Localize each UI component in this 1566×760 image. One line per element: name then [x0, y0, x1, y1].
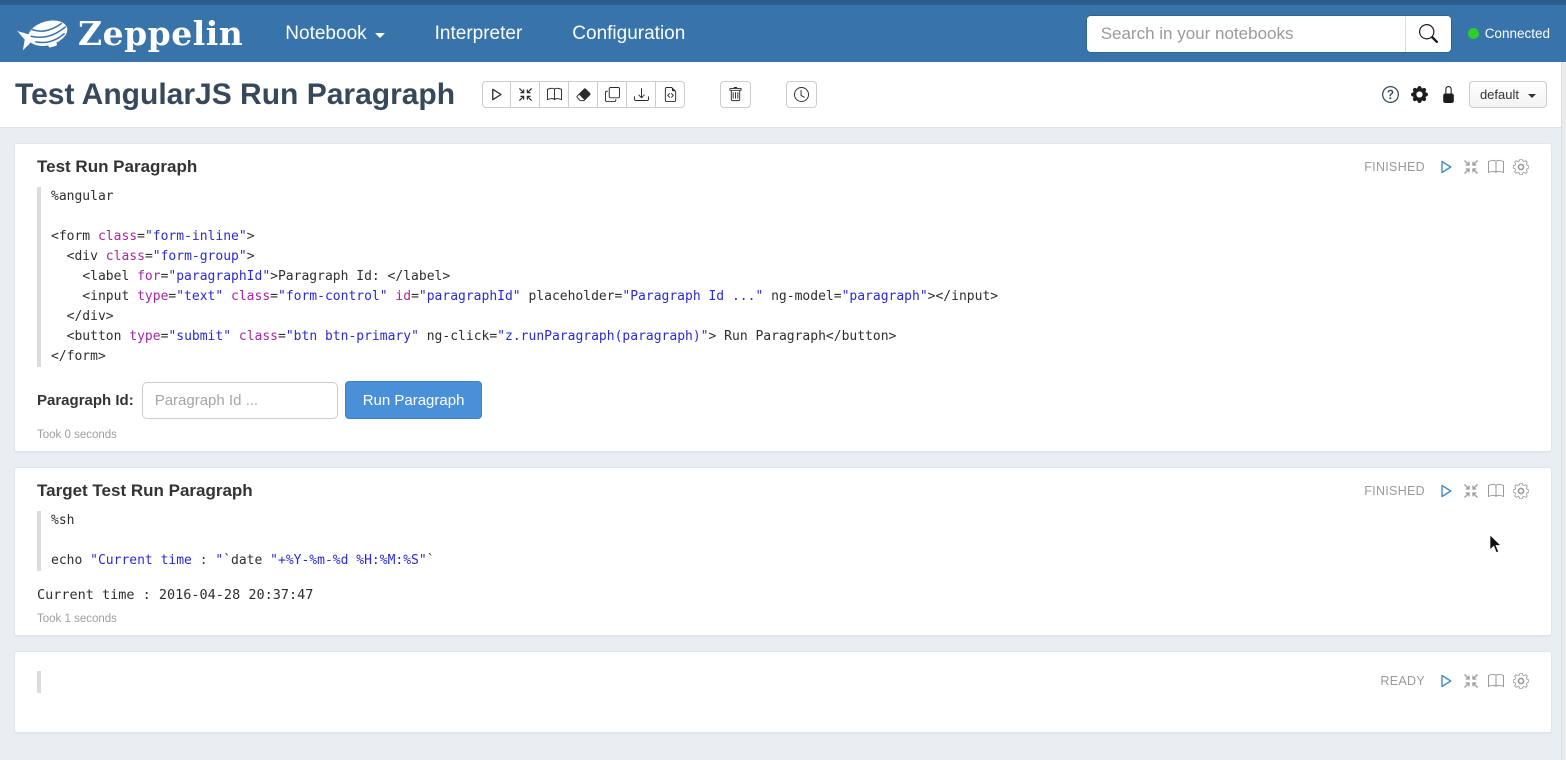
- clock-icon: [794, 87, 809, 102]
- paragraph-output: Current time : 2016-04-28 20:37:47: [37, 587, 1529, 603]
- paragraph-card-2: Target Test Run Paragraph FINISHED %sh e…: [14, 467, 1552, 636]
- clear-output-button[interactable]: [569, 81, 598, 108]
- run-paragraph-icon[interactable]: [1438, 483, 1454, 499]
- paragraph-title: Test Run Paragraph: [37, 157, 197, 177]
- connected-dot-icon: [1468, 28, 1479, 39]
- code-editor[interactable]: %sh echo "Current time : "`date "+%Y-%m-…: [37, 511, 1529, 571]
- execution-time: Took 0 seconds: [37, 429, 1529, 441]
- menu-interpreter-label: Interpreter: [435, 23, 523, 45]
- execution-time: Took 1 seconds: [37, 613, 1529, 625]
- mouse-cursor: [1487, 533, 1504, 555]
- export-note-button[interactable]: [627, 81, 656, 108]
- menu-interpreter[interactable]: Interpreter: [435, 23, 523, 45]
- play-icon: [489, 87, 504, 102]
- paragraph-id-label: Paragraph Id:: [37, 392, 134, 409]
- book-icon: [547, 87, 562, 102]
- zeppelin-logo[interactable]: Zeppelin: [16, 12, 243, 56]
- run-all-paragraphs-button[interactable]: [482, 81, 511, 108]
- paragraph-settings-gear-icon[interactable]: [1513, 483, 1529, 499]
- compress-icon: [518, 87, 533, 102]
- hide-editor-icon[interactable]: [1463, 483, 1479, 499]
- caret-down-icon: [1528, 94, 1536, 98]
- paragraph-controls: FINISHED: [1364, 159, 1529, 175]
- paragraph-settings-gear-icon[interactable]: [1513, 159, 1529, 175]
- clone-icon: [605, 87, 620, 102]
- hide-editor-icon[interactable]: [1463, 673, 1479, 689]
- note-content: Test Run Paragraph FINISHED %angular <fo…: [0, 128, 1566, 748]
- menu-notebook-label: Notebook: [285, 23, 366, 45]
- hide-output-icon[interactable]: [1488, 159, 1504, 175]
- code-editor[interactable]: %angular <form class="form-inline"> <div…: [37, 187, 1529, 367]
- paragraph-controls: FINISHED: [1364, 483, 1529, 499]
- note-action-group: [482, 81, 685, 108]
- search-input[interactable]: [1087, 16, 1405, 52]
- brand-name: Zeppelin: [78, 14, 243, 53]
- interpreter-binding-label: default: [1480, 87, 1519, 102]
- paragraph-card-1: Test Run Paragraph FINISHED %angular <fo…: [14, 143, 1552, 452]
- paragraph-title: Target Test Run Paragraph: [37, 481, 253, 501]
- angular-result-form: Paragraph Id: Run Paragraph: [37, 381, 1529, 419]
- version-control-button[interactable]: [656, 81, 685, 108]
- scrollbar-gutter[interactable]: [1561, 62, 1566, 760]
- status-badge: FINISHED: [1364, 160, 1425, 174]
- paragraph-controls: READY: [1380, 673, 1529, 689]
- status-badge: READY: [1380, 674, 1425, 688]
- note-permissions-lock-icon[interactable]: [1440, 86, 1457, 103]
- help-icon[interactable]: [1382, 86, 1399, 103]
- connected-label: Connected: [1485, 26, 1550, 41]
- paragraph-id-input[interactable]: [142, 382, 338, 419]
- status-badge: FINISHED: [1364, 484, 1425, 498]
- main-menu: Notebook Interpreter Configuration: [285, 23, 685, 45]
- run-paragraph-icon[interactable]: [1438, 159, 1454, 175]
- menu-notebook[interactable]: Notebook: [285, 23, 384, 45]
- note-settings-gear-icon[interactable]: [1411, 86, 1428, 103]
- note-title[interactable]: Test AngularJS Run Paragraph: [15, 78, 455, 112]
- empty-editor-cursor[interactable]: [37, 671, 41, 693]
- run-paragraph-icon[interactable]: [1438, 673, 1454, 689]
- caret-down-icon: [375, 33, 385, 38]
- download-icon: [634, 87, 649, 102]
- eraser-icon: [576, 87, 591, 102]
- hide-output-icon[interactable]: [1488, 673, 1504, 689]
- clone-note-button[interactable]: [598, 81, 627, 108]
- paragraph-card-3: READY: [14, 651, 1552, 733]
- trash-icon: [728, 87, 743, 102]
- top-navbar: Zeppelin Notebook Interpreter Configurat…: [0, 0, 1566, 62]
- scheduler-button[interactable]: [786, 81, 817, 108]
- interpreter-binding-dropdown[interactable]: default: [1469, 81, 1547, 108]
- run-paragraph-button[interactable]: Run Paragraph: [345, 381, 483, 419]
- menu-configuration[interactable]: Configuration: [572, 23, 685, 45]
- zeppelin-blimp-icon: [16, 12, 74, 56]
- note-right-controls: default: [1382, 81, 1551, 108]
- search-icon: [1419, 24, 1438, 43]
- hide-output-icon[interactable]: [1488, 483, 1504, 499]
- show-hide-output-button[interactable]: [540, 81, 569, 108]
- code-file-icon: [663, 87, 678, 102]
- notebook-search: [1086, 15, 1452, 53]
- note-toolbar-row: Test AngularJS Run Paragraph default: [0, 62, 1566, 128]
- paragraph-settings-gear-icon[interactable]: [1513, 673, 1529, 689]
- show-hide-code-button[interactable]: [511, 81, 540, 108]
- connection-status: Connected: [1468, 26, 1550, 41]
- remove-note-button[interactable]: [720, 81, 751, 108]
- menu-configuration-label: Configuration: [572, 23, 685, 45]
- hide-editor-icon[interactable]: [1463, 159, 1479, 175]
- search-button[interactable]: [1405, 16, 1451, 52]
